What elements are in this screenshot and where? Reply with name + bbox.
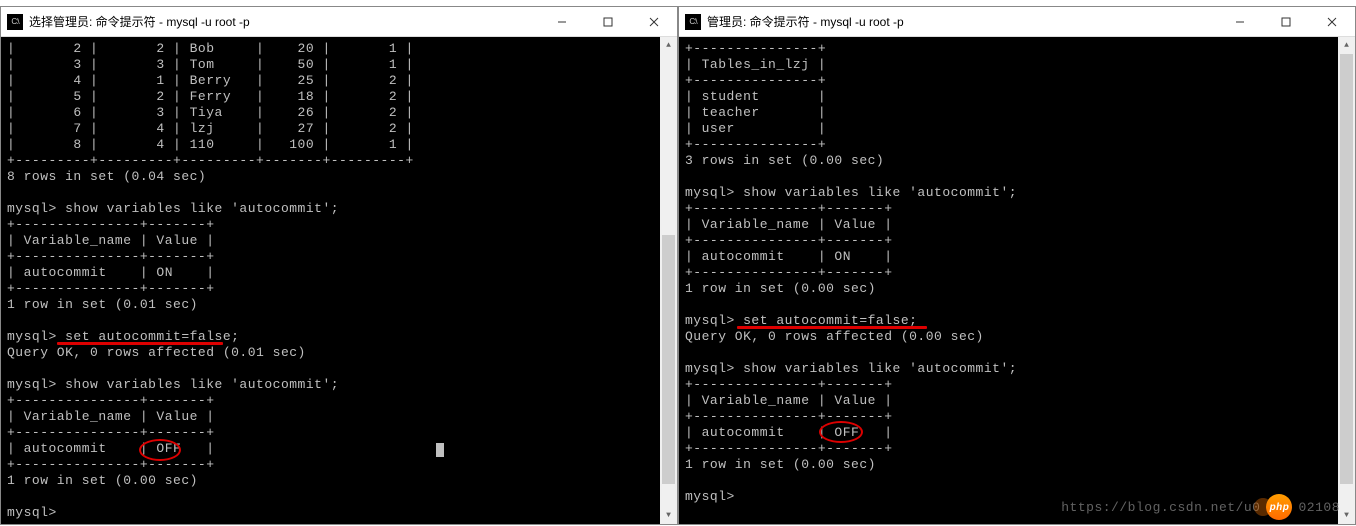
terminal-right[interactable]: +---------------+ | Tables_in_lzj | +---… (679, 37, 1338, 524)
close-button[interactable] (631, 7, 677, 36)
red-underline-right (737, 326, 927, 329)
titlebar-left: C:\ 选择管理员: 命令提示符 - mysql -u root -p (1, 7, 677, 37)
titlebar-right: C:\ 管理员: 命令提示符 - mysql -u root -p (679, 7, 1355, 37)
scroll-track[interactable] (660, 54, 677, 507)
terminal-left[interactable]: | 2 | 2 | Bob | 20 | 1 | | 3 | 3 | Tom |… (1, 37, 660, 524)
minimize-button[interactable] (539, 7, 585, 36)
scrollbar-right[interactable]: ▲ ▼ (1338, 37, 1355, 524)
maximize-button[interactable] (1263, 7, 1309, 36)
scrollbar-left[interactable]: ▲ ▼ (660, 37, 677, 524)
red-underline-left (57, 342, 223, 345)
scroll-up-button[interactable]: ▲ (660, 37, 677, 54)
scroll-down-button[interactable]: ▼ (660, 507, 677, 524)
window-title-left: 选择管理员: 命令提示符 - mysql -u root -p (29, 13, 250, 30)
scroll-thumb[interactable] (1340, 54, 1353, 484)
scroll-track[interactable] (1338, 54, 1355, 507)
scroll-thumb[interactable] (662, 235, 675, 484)
minimize-button[interactable] (1217, 7, 1263, 36)
cmd-icon: C:\ (7, 14, 23, 30)
red-circle-left (139, 439, 181, 461)
scroll-up-button[interactable]: ▲ (1338, 37, 1355, 54)
php-badge-icon: php (1266, 494, 1292, 520)
window-title-right: 管理员: 命令提示符 - mysql -u root -p (707, 13, 904, 30)
cmd-icon: C:\ (685, 14, 701, 30)
scroll-down-button[interactable]: ▼ (1338, 507, 1355, 524)
red-circle-right (819, 421, 863, 443)
watermark-tail: 02108 (1298, 500, 1340, 515)
close-button[interactable] (1309, 7, 1355, 36)
watermark-text: https://blog.csdn.net/u0 (1061, 500, 1260, 515)
watermark: https://blog.csdn.net/u0 php 02108 (1061, 494, 1340, 520)
maximize-button[interactable] (585, 7, 631, 36)
